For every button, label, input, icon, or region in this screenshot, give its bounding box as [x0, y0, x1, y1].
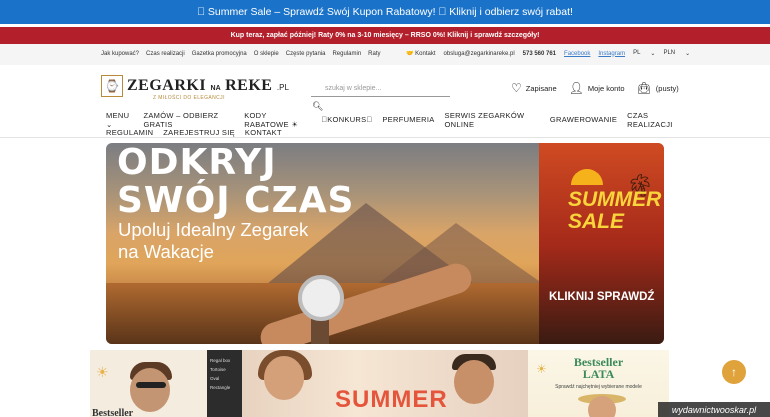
summer-sale-line1: SUMMER [568, 188, 662, 211]
sunglasses-box-image: Regal box Tortoise Oval Rectangle [207, 350, 242, 417]
cart-button[interactable]: 👜︎ (pusty) [637, 81, 679, 95]
utility-link-promo-leaflet[interactable]: Gazetka promocyjna [192, 51, 247, 57]
utility-link-how-to-buy[interactable]: Jak kupować? [101, 51, 139, 57]
contact-link[interactable]: 🤝 Kontakt [406, 50, 436, 57]
sunglasses-image [136, 382, 166, 388]
account-label: Moje konto [587, 83, 625, 93]
hero-title-line1: ODKRYJ [117, 143, 277, 183]
nav-item-discount-codes[interactable]: KODY RABATOWE ☀ [244, 111, 311, 129]
logo-text-na: NA [210, 85, 221, 92]
logo-text-main: ZEGARKI [127, 77, 207, 94]
utility-link-about[interactable]: O sklepie [254, 51, 279, 57]
handshake-icon: 🤝 [406, 51, 414, 57]
promo-tile-bestseller-summer[interactable]: ☀ Bestseller LATA Sprawdź najchętniej wy… [528, 350, 669, 417]
bag-icon: 👜︎ [636, 81, 652, 95]
language-value: PL [633, 50, 641, 56]
watermark: wydawnictwooskar.pl [658, 402, 770, 417]
arrow-up-icon: ↑ [731, 365, 737, 379]
nav-item-terms[interactable]: REGULAMIN [106, 128, 153, 137]
utility-bar: Jak kupować? Czas realizacji Gazetka pro… [0, 44, 770, 65]
saved-button[interactable]: ♡ Zapisane [511, 81, 557, 95]
watch-strap-image [311, 318, 329, 344]
logo-text-tld: .PL [276, 83, 289, 92]
watch-image [298, 275, 344, 321]
nav-item-menu[interactable]: MENU ⌄ [106, 111, 134, 129]
person-face-image [454, 360, 494, 404]
promo-tile-label: Bestseller [92, 408, 134, 417]
utility-link-installments[interactable]: Raty [368, 51, 380, 57]
utility-link-faq[interactable]: Częste pytania [286, 51, 326, 57]
cart-label: (pusty) [655, 83, 679, 93]
installments-banner[interactable]: Kup teraz, zapłać później! Raty 0% na 3-… [0, 27, 770, 44]
hero-title-line2: SWÓJ CZAS [117, 180, 355, 221]
sun-icon: ☀ [96, 364, 109, 380]
main-nav: MENU ⌄ ZAMÓW – ODBIERZ GRATIS KODY RABAT… [106, 111, 686, 139]
hero-banner[interactable]: ODKRYJ SWÓJ CZAS Upoluj Idealny Zegarek … [106, 143, 664, 344]
contact-label: Kontakt [415, 51, 436, 57]
promo-tile-summer[interactable]: SUMMER [242, 350, 528, 417]
promo-tile-summer-text: SUMMER [335, 386, 448, 413]
hero-cta-button[interactable]: KLIKNIJ SPRAWDŹ [549, 291, 654, 303]
box-label: Regal box [210, 358, 231, 363]
box-label: Rectangle [210, 385, 231, 390]
nav-item-contest[interactable]: 􀀀KONKURS􀀀 [321, 115, 372, 124]
site-header: ⌚ ZEGARKI NA REKE .PL Z MIŁOŚCI DO ELEGA… [0, 65, 770, 113]
nav-item-contact[interactable]: KONTAKT [245, 128, 282, 137]
logo-tagline: Z MIŁOŚCI DO ELEGANCJI [153, 95, 225, 101]
person-face-image [264, 356, 304, 400]
utility-link-lead-time[interactable]: Czas realizacji [146, 51, 185, 57]
phone-link[interactable]: 573 560 761 [523, 51, 556, 57]
utility-link-terms[interactable]: Regulamin [332, 51, 361, 57]
person-face-image [130, 368, 170, 412]
hero-subtitle-line2: na Wakacje [118, 241, 214, 262]
promo-tile-subtitle: LATA [582, 367, 615, 381]
search-icon[interactable]: 🔍︎ [312, 101, 323, 112]
email-link[interactable]: obsluga@zegarkinareke.pl [444, 51, 515, 57]
summer-sale-line2: SALE [568, 210, 625, 233]
nav-item-perfumery[interactable]: PERFUMERIA [382, 115, 434, 124]
utility-contact: 🤝 Kontakt obsluga@zegarkinareke.pl 573 5… [406, 50, 690, 57]
utility-links: Jak kupować? Czas realizacji Gazetka pro… [101, 51, 381, 57]
hero-subtitle: Upoluj Idealny Zegarek na Wakacje [118, 219, 308, 263]
hero-title: ODKRYJ SWÓJ CZAS [117, 144, 354, 220]
logo-text-reke: REKE [225, 77, 273, 94]
heart-icon: ♡ [511, 81, 522, 95]
chevron-down-icon: ⌄ [685, 51, 691, 57]
nav-item-register[interactable]: ZAREJESTRUJ SIĘ [163, 128, 235, 137]
scroll-to-top-button[interactable]: ↑ [722, 360, 746, 384]
user-icon: 👤︎ [568, 81, 584, 95]
watch-logo-icon: ⌚ [101, 75, 123, 97]
saved-label: Zapisane [525, 83, 557, 93]
promo-tiles: ☀ Regal box Tortoise Oval Rectangle Best… [90, 344, 670, 417]
account-button[interactable]: 👤︎ Moje konto [569, 81, 625, 95]
chevron-down-icon: ⌄ [650, 51, 656, 57]
nav-item-lead-time[interactable]: CZAS REALIZACJI [627, 111, 686, 129]
currency-value: PLN [663, 50, 676, 56]
nav-divider [0, 137, 770, 138]
promo-tile-bestseller-sunglasses[interactable]: ☀ Regal box Tortoise Oval Rectangle Best… [90, 350, 242, 417]
installments-banner-text[interactable]: Kup teraz, zapłać później! Raty 0% na 3-… [231, 32, 540, 39]
box-label: Oval [210, 376, 220, 381]
nav-item-watch-service[interactable]: SERWIS ZEGARKÓW ONLINE [445, 111, 540, 129]
language-select[interactable]: PL ⌄ [633, 50, 655, 57]
instagram-link[interactable]: Instagram [598, 51, 625, 57]
promo-topbar[interactable]: 􀀀 Summer Sale – Sprawdź Swój Kupon Rabat… [0, 0, 770, 24]
header-actions: ♡ Zapisane 👤︎ Moje konto 👜︎ (pusty) [511, 81, 679, 95]
search-input[interactable]: szukaj w sklepie... [311, 81, 450, 97]
hero-subtitle-line1: Upoluj Idealny Zegarek [118, 219, 309, 240]
currency-select[interactable]: PLN ⌄ [663, 50, 690, 57]
site-logo[interactable]: ⌚ ZEGARKI NA REKE .PL Z MIŁOŚCI DO ELEGA… [101, 75, 289, 101]
nav-item-order-gift[interactable]: ZAMÓW – ODBIERZ GRATIS [144, 111, 235, 129]
promo-topbar-text[interactable]: 􀀀 Summer Sale – Sprawdź Swój Kupon Rabat… [197, 6, 573, 18]
summer-sale-text: SUMMER SALE [568, 189, 661, 233]
nav-item-engraving[interactable]: GRAWEROWANIE [550, 115, 617, 124]
promo-tile-description: Sprawdź najchętniej wybierane modele [555, 384, 642, 390]
box-label: Tortoise [210, 367, 226, 372]
facebook-link[interactable]: Facebook [564, 51, 590, 57]
person-face-image [588, 396, 616, 417]
